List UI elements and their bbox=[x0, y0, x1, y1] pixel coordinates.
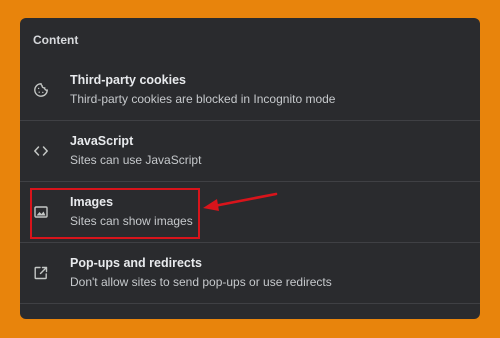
settings-row-third-party-cookies[interactable]: Third-party cookies Third-party cookies … bbox=[20, 60, 480, 121]
settings-row-title: Images bbox=[70, 195, 114, 209]
settings-row-title: Pop-ups and redirects bbox=[70, 256, 202, 270]
open-in-new-icon bbox=[32, 264, 50, 282]
settings-row-javascript[interactable]: JavaScript Sites can use JavaScript bbox=[20, 121, 480, 182]
settings-row-title: Third-party cookies bbox=[70, 73, 186, 87]
settings-row-description: Third-party cookies are blocked in Incog… bbox=[70, 92, 336, 106]
image-icon bbox=[32, 203, 50, 221]
divider bbox=[20, 303, 480, 304]
cookie-icon bbox=[32, 81, 50, 99]
settings-row-popups-redirects[interactable]: Pop-ups and redirects Don't allow sites … bbox=[20, 243, 480, 304]
settings-row-images[interactable]: Images Sites can show images bbox=[20, 182, 480, 243]
code-icon bbox=[32, 142, 50, 160]
settings-row-title: JavaScript bbox=[70, 134, 134, 148]
settings-row-description: Sites can show images bbox=[70, 214, 193, 228]
content-settings-panel: Content Third-party cookies Third-party … bbox=[20, 18, 480, 319]
section-title: Content bbox=[33, 33, 79, 47]
settings-row-description: Don't allow sites to send pop-ups or use… bbox=[70, 275, 332, 289]
settings-row-description: Sites can use JavaScript bbox=[70, 153, 202, 167]
